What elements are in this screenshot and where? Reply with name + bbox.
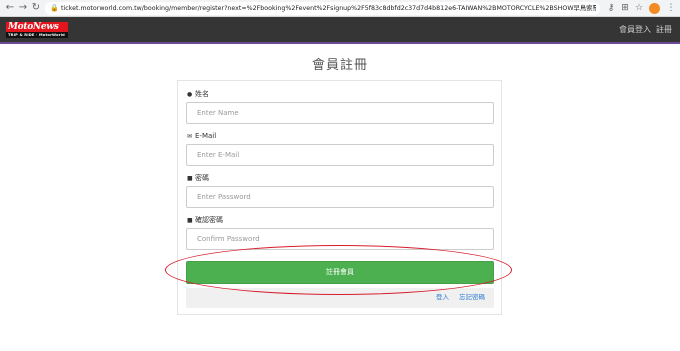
site-logo[interactable]: MotoNews TRIP & RIDE · MotorWorld [6, 22, 68, 38]
login-link[interactable]: 登入 [436, 293, 449, 302]
register-submit-button[interactable]: 註冊會員 [186, 261, 494, 284]
star-icon[interactable]: ☆ [633, 2, 645, 14]
logo-main-text: MotoNews [6, 22, 68, 32]
address-bar[interactable]: 🔒 ticket.motorworld.com.tw/booking/membe… [45, 2, 600, 15]
forgot-password-link[interactable]: 忘記密碼 [459, 293, 485, 302]
email-input[interactable] [186, 144, 494, 166]
menu-icon[interactable]: ⋮ [665, 2, 677, 14]
back-icon[interactable]: ← [4, 2, 16, 14]
nav-register-link[interactable]: 註冊 [656, 25, 672, 35]
email-label: ✉ E-Mail [187, 132, 216, 141]
user-icon: ● [187, 91, 193, 98]
key-icon[interactable]: ⚷ [605, 2, 617, 14]
lock-icon: ■ [187, 175, 193, 182]
password-label-text: 密碼 [195, 174, 209, 182]
confirm-password-input[interactable] [186, 228, 494, 250]
password-input[interactable] [186, 186, 494, 208]
site-header: MotoNews TRIP & RIDE · MotorWorld 會員登入 註… [0, 17, 680, 44]
name-label-text: 姓名 [195, 90, 209, 98]
password-label: ■ 密碼 [187, 174, 209, 183]
logo-sub-text: TRIP & RIDE · MotorWorld [6, 32, 68, 38]
confirm-label-text: 確認密碼 [195, 216, 223, 224]
reload-icon[interactable]: ↻ [30, 2, 42, 14]
translate-icon[interactable]: ⊞ [619, 2, 631, 14]
extension-icon[interactable] [649, 3, 660, 14]
register-form: ●姓名 ✉E-Mail ■密碼 ■確認密碼 註冊會員 登入 忘記密碼 [177, 80, 502, 315]
browser-toolbar: ← → ↻ 🔒 ticket.motorworld.com.tw/booking… [0, 0, 680, 17]
page-title: 會員註冊 [311, 58, 368, 73]
lock-icon: ■ [187, 217, 193, 224]
name-input[interactable] [186, 102, 494, 124]
name-label: ● 姓名 [187, 90, 209, 99]
nav-login-link[interactable]: 會員登入 [619, 25, 651, 35]
lock-icon: 🔒 [50, 4, 59, 12]
confirm-password-label: ■ 確認密碼 [187, 216, 223, 225]
email-label-text: E-Mail [195, 132, 217, 140]
form-footer: 登入 忘記密碼 [186, 288, 494, 308]
forward-icon[interactable]: → [17, 2, 29, 14]
url-text[interactable]: ticket.motorworld.com.tw/booking/member/… [61, 2, 596, 15]
envelope-icon: ✉ [187, 133, 193, 140]
